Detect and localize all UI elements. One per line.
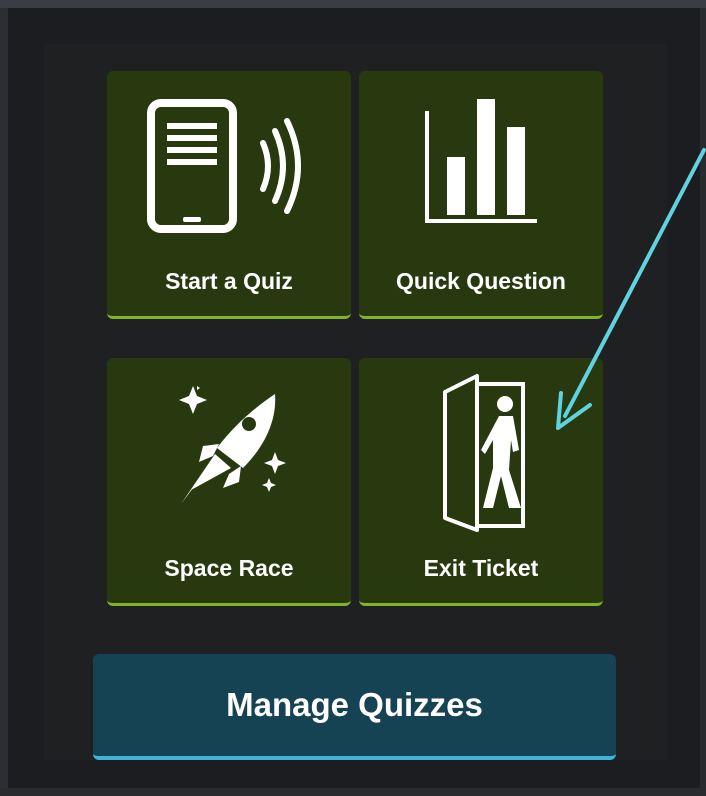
rocket-icon xyxy=(179,386,286,504)
manage-quizzes-button[interactable]: Manage Quizzes xyxy=(93,654,616,760)
exit-ticket-tile[interactable]: Exit Ticket xyxy=(359,358,603,606)
quick-question-tile[interactable]: Quick Question xyxy=(359,71,603,319)
exit-door-icon xyxy=(443,374,525,532)
start-quiz-tile[interactable]: Start a Quiz xyxy=(107,71,351,319)
top-strip xyxy=(0,0,706,8)
bottom-edge xyxy=(0,788,706,796)
space-race-label: Space Race xyxy=(164,555,294,581)
tablet-signal-icon xyxy=(147,99,301,233)
space-race-tile[interactable]: Space Race xyxy=(107,358,351,606)
quick-question-label: Quick Question xyxy=(396,268,566,294)
bar-chart-icon xyxy=(425,99,537,223)
right-edge xyxy=(700,8,706,796)
exit-ticket-label: Exit Ticket xyxy=(423,555,539,581)
start-quiz-label: Start a Quiz xyxy=(165,268,293,294)
